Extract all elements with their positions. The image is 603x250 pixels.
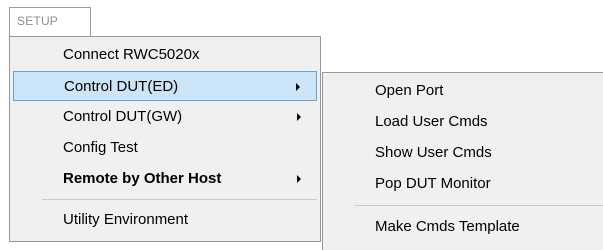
control-dut-ed-submenu: Open Port Load User Cmds Show User Cmds … bbox=[322, 72, 603, 250]
menu-item-label: Make Cmds Template bbox=[375, 218, 520, 235]
menu-item-connect-rwc5020x[interactable]: Connect RWC5020x bbox=[13, 40, 317, 70]
menu-item-label: Show User Cmds bbox=[375, 144, 492, 161]
submenu-arrow-icon bbox=[296, 83, 300, 91]
menu-item-label: Connect RWC5020x bbox=[63, 46, 200, 63]
menu-item-remote-by-other-host[interactable]: Remote by Other Host bbox=[13, 164, 317, 194]
menu-item-open-port[interactable]: Open Port bbox=[326, 76, 600, 106]
menu-item-show-user-cmds[interactable]: Show User Cmds bbox=[326, 138, 600, 168]
menu-item-control-dut-ed[interactable]: Control DUT(ED) bbox=[13, 71, 317, 101]
menu-separator bbox=[355, 205, 603, 206]
menu-item-utility-environment[interactable]: Utility Environment bbox=[13, 205, 317, 235]
menu-item-label: Control DUT(GW) bbox=[63, 108, 183, 125]
menu-item-config-test[interactable]: Config Test bbox=[13, 133, 317, 163]
menu-item-label: Load User Cmds bbox=[375, 113, 488, 130]
menu-item-label: Open Port bbox=[375, 82, 444, 99]
menu-item-label: Utility Environment bbox=[63, 211, 189, 228]
menu-item-load-user-cmds[interactable]: Load User Cmds bbox=[326, 107, 600, 137]
menu-separator bbox=[42, 199, 317, 200]
submenu-arrow-icon bbox=[297, 113, 301, 121]
menu-item-label: Config Test bbox=[63, 139, 138, 156]
menu-item-label: Control DUT(ED) bbox=[64, 78, 179, 95]
setup-dropdown-menu: Connect RWC5020x Control DUT(ED) Control… bbox=[9, 36, 321, 242]
menu-item-make-cmds-template[interactable]: Make Cmds Template bbox=[326, 212, 600, 242]
submenu-arrow-icon bbox=[297, 175, 301, 183]
menu-setup-label: SETUP bbox=[17, 14, 59, 28]
menu-item-pop-dut-monitor[interactable]: Pop DUT Monitor bbox=[326, 169, 600, 199]
menu-item-control-dut-gw[interactable]: Control DUT(GW) bbox=[13, 102, 317, 132]
menu-item-label: Remote by Other Host bbox=[63, 170, 222, 187]
menu-setup[interactable]: SETUP bbox=[9, 7, 91, 37]
menu-item-label: Pop DUT Monitor bbox=[375, 175, 491, 192]
